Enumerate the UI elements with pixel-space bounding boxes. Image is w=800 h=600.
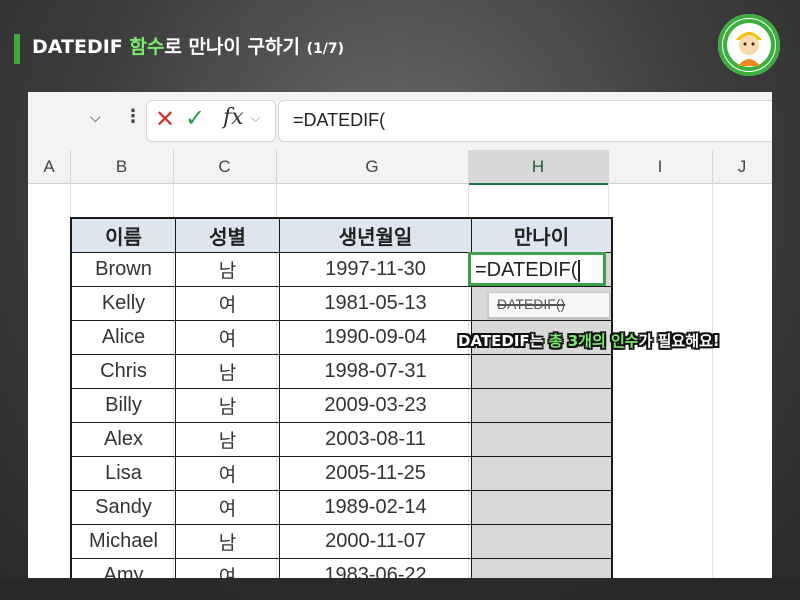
- header-name[interactable]: 이름: [70, 217, 176, 253]
- cell-name[interactable]: Kelly: [70, 286, 176, 321]
- cell-sex[interactable]: 남: [175, 354, 280, 389]
- close-icon[interactable]: ✕: [155, 105, 175, 133]
- cell-sex[interactable]: 여: [175, 286, 280, 321]
- active-cell-editor[interactable]: =DATEDIF(: [468, 252, 606, 286]
- function-autocomplete-tooltip[interactable]: DATEDIF(): [488, 292, 610, 318]
- title-highlight: 함수: [129, 36, 165, 58]
- column-header-c[interactable]: C: [173, 150, 277, 183]
- formula-controls: ✕ ✓ fx ⌵: [146, 100, 276, 142]
- title-bar: DATEDIF 함수로 만나이 구하기 (1/7): [0, 0, 800, 92]
- column-header-row: A B C G H I J: [28, 150, 772, 185]
- table-header-row: 이름 성별 생년월일 만나이: [70, 217, 613, 253]
- title-prefix: DATEDIF: [32, 36, 123, 58]
- cell-name[interactable]: Billy: [70, 388, 176, 423]
- tip-callout: DATEDIF는 총 3개의 인수가 필요해요!: [458, 330, 720, 351]
- table-row: Billy 남 2009-03-23: [70, 388, 613, 423]
- active-cell-formula: =DATEDIF(: [475, 259, 578, 281]
- column-header-g[interactable]: G: [276, 150, 469, 183]
- title-accent-bar: [14, 34, 20, 64]
- page-title: DATEDIF 함수로 만나이 구하기 (1/7): [32, 32, 344, 59]
- column-header-j[interactable]: J: [712, 150, 772, 183]
- cell-name[interactable]: Chris: [70, 354, 176, 389]
- formula-bar: ⌵ ⋮ ✕ ✓ fx ⌵ =DATEDIF(: [28, 92, 772, 150]
- cell-name[interactable]: Alice: [70, 320, 176, 355]
- fx-chevron-down-icon[interactable]: ⌵: [251, 111, 260, 126]
- cell-sex[interactable]: 여: [175, 490, 280, 525]
- cell-sex[interactable]: 남: [175, 388, 280, 423]
- table-row: Alex 남 2003-08-11: [70, 422, 613, 457]
- autocomplete-text: DATEDIF(): [497, 296, 566, 312]
- cell-birth[interactable]: 2005-11-25: [279, 456, 472, 491]
- table-row: Sandy 여 1989-02-14: [70, 490, 613, 525]
- cell-birth[interactable]: 1983-06-22: [279, 558, 472, 578]
- cell-name[interactable]: Sandy: [70, 490, 176, 525]
- cell-sex[interactable]: 여: [175, 456, 280, 491]
- namebox-dropdown-chevron-down-icon[interactable]: ⌵: [90, 110, 110, 130]
- cell-birth[interactable]: 1981-05-13: [279, 286, 472, 321]
- header-sex[interactable]: 성별: [175, 217, 280, 253]
- mascot-logo-icon: [718, 14, 780, 76]
- table-row: Michael 남 2000-11-07: [70, 524, 613, 559]
- cell-name[interactable]: Amy: [70, 558, 176, 578]
- cell-birth[interactable]: 2009-03-23: [279, 388, 472, 423]
- cell-birth[interactable]: 1990-09-04: [279, 320, 472, 355]
- cell-birth[interactable]: 1997-11-30: [279, 252, 472, 287]
- more-options-icon[interactable]: ⋮: [124, 106, 142, 127]
- header-birthdate[interactable]: 생년월일: [279, 217, 472, 253]
- cell-sex[interactable]: 여: [175, 320, 280, 355]
- cell-name[interactable]: Brown: [70, 252, 176, 287]
- cell-birth[interactable]: 2000-11-07: [279, 524, 472, 559]
- cell-sex[interactable]: 남: [175, 252, 280, 287]
- cell-age[interactable]: [471, 422, 613, 457]
- cell-name[interactable]: Lisa: [70, 456, 176, 491]
- active-cell-text: =DATEDIF(: [475, 259, 581, 282]
- formula-text: =DATEDIF(: [293, 110, 386, 130]
- cell-age[interactable]: [471, 456, 613, 491]
- cell-name[interactable]: Alex: [70, 422, 176, 457]
- cell-age[interactable]: [471, 558, 613, 578]
- cell-sex[interactable]: 여: [175, 558, 280, 578]
- cell-birth[interactable]: 2003-08-11: [279, 422, 472, 457]
- header-age[interactable]: 만나이: [471, 217, 613, 253]
- table-row: Chris 남 1998-07-31: [70, 354, 613, 389]
- cell-name[interactable]: Michael: [70, 524, 176, 559]
- cell-birth[interactable]: 1998-07-31: [279, 354, 472, 389]
- sheet-grid[interactable]: 이름 성별 생년월일 만나이 Brown 남 1997-11-30 Kelly …: [28, 183, 772, 578]
- cell-sex[interactable]: 남: [175, 524, 280, 559]
- formula-input[interactable]: =DATEDIF(: [278, 100, 772, 142]
- insert-function-button[interactable]: fx: [223, 105, 244, 130]
- page-counter: (1/7): [306, 41, 344, 57]
- bottom-shade: [0, 578, 800, 600]
- column-header-b[interactable]: B: [70, 150, 174, 183]
- callout-part1: DATEDIF는: [458, 332, 549, 350]
- table-row: Amy 여 1983-06-22: [70, 558, 613, 578]
- text-caret: [578, 259, 581, 282]
- check-icon[interactable]: ✓: [185, 104, 205, 132]
- column-header-a[interactable]: A: [28, 150, 71, 183]
- callout-highlight: 총 3개의 인수: [548, 332, 639, 350]
- callout-part2: 가 필요해요!: [638, 332, 720, 350]
- cell-age[interactable]: [471, 524, 613, 559]
- column-header-i[interactable]: I: [608, 150, 713, 183]
- cell-sex[interactable]: 남: [175, 422, 280, 457]
- table-row: Lisa 여 2005-11-25: [70, 456, 613, 491]
- column-header-h[interactable]: H: [468, 150, 609, 185]
- cell-age[interactable]: [471, 388, 613, 423]
- title-rest: 로 만나이 구하기: [164, 36, 300, 58]
- cell-age[interactable]: [471, 490, 613, 525]
- cell-age[interactable]: [471, 354, 613, 389]
- cell-birth[interactable]: 1989-02-14: [279, 490, 472, 525]
